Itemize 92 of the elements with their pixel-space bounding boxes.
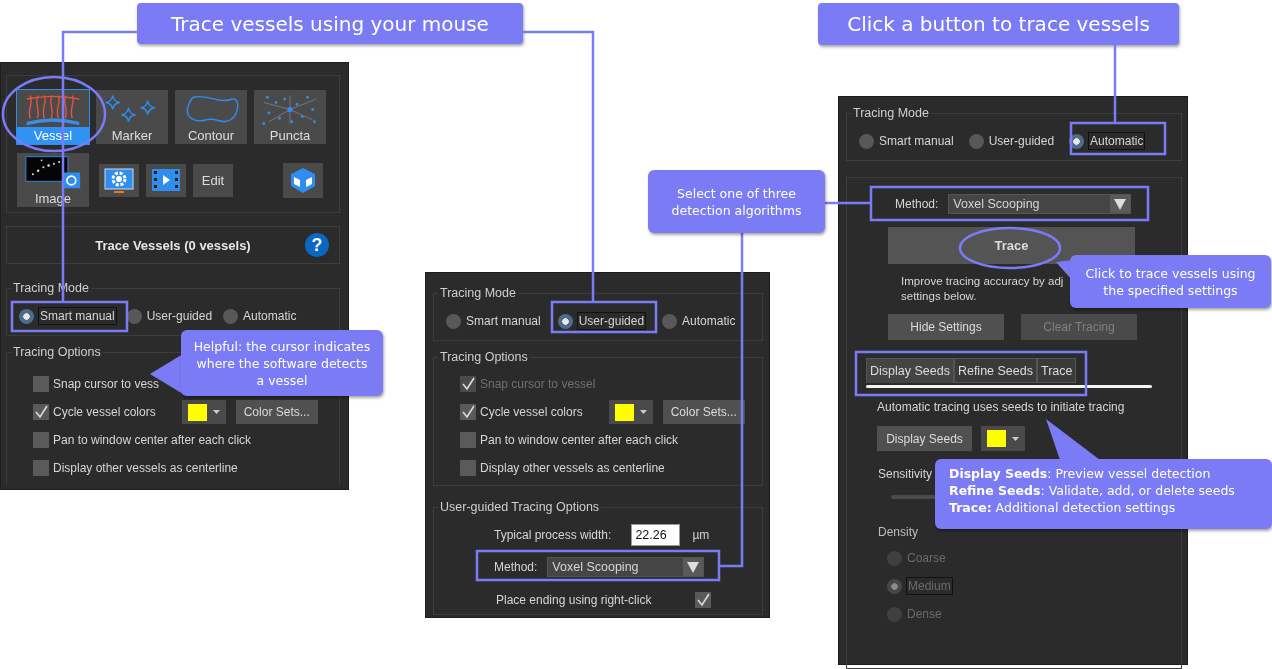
checkbox-label: Pan to window center after each click — [53, 433, 252, 447]
radio-label: Smart manual — [38, 307, 117, 325]
radio-label: Smart manual — [465, 313, 542, 330]
tab[interactable]: Trace — [1036, 358, 1077, 383]
group-label: Density — [878, 525, 918, 539]
3d-view-button[interactable] — [283, 162, 323, 198]
help-button[interactable]: ? — [305, 233, 329, 257]
triangle-down-icon — [687, 561, 700, 573]
group-label: Tracing Options — [438, 350, 530, 364]
radio-label: User-guided — [145, 308, 214, 325]
caret-icon — [212, 410, 220, 414]
checkbox-label: Place ending using right-click — [496, 593, 653, 607]
checkbox[interactable] — [695, 592, 711, 608]
tab[interactable]: Refine Seeds — [953, 358, 1037, 383]
checkmark-icon — [695, 592, 711, 608]
radio-label: User-guided — [987, 133, 1056, 150]
radio-button[interactable] — [968, 133, 984, 149]
note-line: Refine Seeds: Validate, add, or delete seeds — [949, 482, 1236, 499]
callout-heading: Trace vessels using your mouse — [137, 3, 523, 44]
panel-title: Trace Vessels (0 vessels) — [95, 237, 251, 253]
checkbox-label: Snap cursor to vessel — [480, 377, 596, 391]
settings-button[interactable] — [99, 163, 139, 197]
edit-button[interactable]: Edit — [193, 163, 233, 197]
radio-button[interactable] — [557, 313, 573, 329]
triangle-down-icon — [1114, 198, 1127, 210]
color-sets-button[interactable]: Color Sets... — [235, 400, 318, 424]
checkbox-label: Snap cursor to vess — [53, 377, 160, 391]
field-label: Typical process width: — [494, 528, 612, 542]
connector-line — [825, 201, 870, 205]
tool-button[interactable]: Marker — [96, 90, 168, 144]
color-sets-button[interactable]: Color Sets... — [662, 400, 745, 424]
group-label: User-guided Tracing Options — [438, 500, 602, 514]
radio-label: Smart manual — [878, 133, 955, 150]
caret-icon — [639, 410, 647, 414]
hide-settings-button[interactable]: Hide Settings — [888, 314, 1004, 340]
checkmark-icon — [33, 404, 49, 420]
gear-screen-icon — [103, 166, 135, 194]
width-input[interactable]: 22.26 — [631, 524, 681, 546]
note-line: Display Seeds: Preview vessel detection — [949, 465, 1212, 482]
checkbox[interactable] — [460, 460, 476, 476]
description-text: Automatic tracing uses seeds to initiate tracing — [877, 400, 1125, 414]
checkbox[interactable] — [33, 404, 49, 420]
cube-icon — [289, 165, 317, 195]
radio-label: Dense — [906, 606, 943, 623]
radio-button[interactable] — [223, 308, 239, 324]
method-dropdown[interactable]: Voxel Scooping — [948, 194, 1132, 214]
color-dropdown[interactable] — [981, 426, 1025, 451]
checkbox[interactable] — [460, 432, 476, 448]
display-seeds-button[interactable]: Display Seeds — [877, 426, 972, 451]
radio-button[interactable] — [446, 313, 461, 329]
tool-button[interactable]: Puncta — [254, 90, 326, 144]
checkmark-icon — [460, 404, 476, 420]
checkbox[interactable] — [33, 376, 49, 392]
checkbox-label: Cycle vessel colors — [53, 405, 156, 419]
field-label: Method: — [494, 560, 538, 574]
radio-button[interactable] — [662, 313, 678, 329]
hint-text: settings below. — [901, 289, 977, 304]
tool-button[interactable]: Contour — [175, 90, 247, 144]
note-line: Trace: Additional detection settings — [949, 499, 1177, 516]
checkbox[interactable] — [33, 460, 49, 476]
color-dropdown[interactable] — [608, 400, 653, 424]
checkmark-icon — [460, 376, 476, 392]
callout-heading: Click a button to trace vessels — [818, 3, 1179, 45]
callout-note: Select one of three detection algorithms — [648, 170, 825, 233]
checkbox-label: Cycle vessel colors — [480, 405, 583, 419]
caret-icon — [1012, 436, 1019, 441]
field-label: Method: — [895, 197, 939, 211]
radio-button[interactable] — [19, 308, 34, 324]
checkbox[interactable] — [460, 404, 476, 420]
video-button[interactable] — [146, 163, 186, 197]
radio-label: Medium — [906, 577, 953, 595]
checkbox-label: Pan to window center after each click — [480, 433, 679, 447]
checkbox-label: Display other vessels as centerline — [480, 461, 665, 475]
radio-label: Coarse — [906, 550, 947, 567]
radio-button[interactable] — [859, 133, 874, 149]
radio-label: User-guided — [576, 312, 647, 330]
callout-note: Click to trace vessels using the specified settings — [1070, 255, 1271, 308]
method-dropdown[interactable]: Voxel Scooping — [547, 557, 705, 577]
film-icon — [150, 167, 182, 193]
group-label: Tracing Mode — [851, 106, 931, 120]
unit-label: µm — [692, 528, 710, 542]
checkbox[interactable] — [33, 432, 49, 448]
checkbox-label: Display other vessels as centerline — [53, 461, 238, 475]
color-dropdown[interactable] — [181, 400, 226, 424]
field-label: Sensitivity — [878, 467, 933, 481]
tab[interactable]: Display Seeds — [866, 358, 954, 383]
hint-text: Improve tracing accuracy by adj — [901, 274, 1064, 289]
radio-label: Automatic — [242, 308, 298, 325]
radio-label: Automatic — [681, 313, 737, 330]
group-label: Tracing Options — [11, 345, 103, 359]
group-label: Tracing Mode — [438, 286, 518, 300]
radio-label: Automatic — [1088, 132, 1146, 150]
